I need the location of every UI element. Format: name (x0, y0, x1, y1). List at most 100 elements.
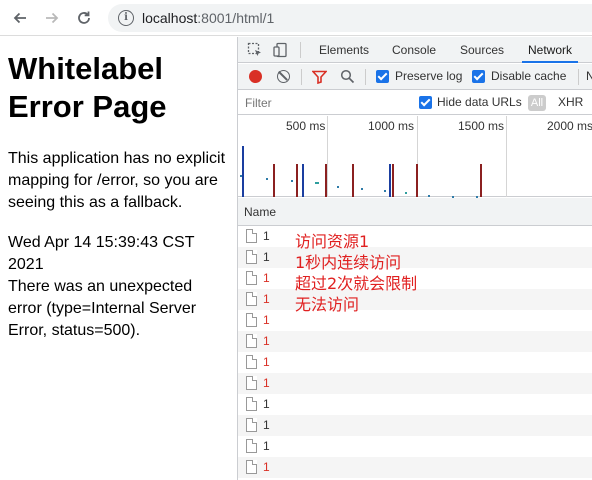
request-bar (428, 195, 430, 197)
timeline-gridline (506, 116, 507, 197)
inspect-element-icon[interactable] (247, 42, 263, 58)
request-name: 1 (263, 250, 270, 264)
request-name: 1 (263, 229, 270, 243)
request-bar (266, 178, 268, 180)
request-row[interactable]: 1 (238, 331, 592, 352)
url-path: :8001/html/1 (197, 10, 275, 26)
request-row[interactable]: 1 (238, 352, 592, 373)
annotation-line: 无法访问 (295, 295, 360, 314)
tab-network[interactable]: Network (522, 37, 579, 63)
filter-bar: Hide data URLs All XHR (238, 91, 592, 115)
toolbar-divider (578, 69, 579, 85)
url-host: localhost (142, 10, 198, 26)
tab-console[interactable]: Console (392, 37, 436, 63)
dom-loaded-marker (302, 164, 304, 197)
reload-icon[interactable] (73, 7, 95, 29)
annotation-overlay: 访问资源1 1秒内连续访问 超过2次就会限制 无法访问 (295, 231, 417, 315)
timeline-gridline (327, 116, 328, 197)
document-icon (246, 250, 257, 264)
request-name: 1 (263, 271, 270, 285)
request-name: 1 (263, 355, 270, 369)
forward-arrow-icon[interactable] (41, 7, 63, 29)
timeline-label: 1000 ms (368, 119, 415, 133)
error-message: This application has no explicit mapping… (8, 150, 226, 211)
document-icon (246, 355, 257, 369)
request-bar (291, 180, 293, 182)
clear-icon[interactable] (277, 70, 290, 83)
request-bar (315, 182, 319, 184)
dom-loaded-marker (242, 146, 244, 197)
document-icon (246, 313, 257, 327)
request-name: 1 (263, 397, 270, 411)
request-name: 1 (263, 418, 270, 432)
request-row[interactable]: 1 (238, 436, 592, 457)
tab-elements[interactable]: Elements (319, 37, 369, 63)
document-icon (246, 397, 257, 411)
document-icon (246, 418, 257, 432)
load-marker (273, 164, 275, 197)
preserve-log-label: Preserve log (395, 69, 463, 83)
back-arrow-icon[interactable] (9, 7, 31, 29)
search-icon[interactable] (340, 69, 355, 84)
page-content: Whitelabel Error Page This application h… (0, 37, 237, 480)
filter-input[interactable] (239, 93, 407, 113)
disable-cache-label: Disable cache (491, 69, 567, 83)
document-icon (246, 334, 257, 348)
timeline-label: 2000 ms (547, 119, 592, 133)
network-toolbar: Preserve log Disable cache N (238, 64, 592, 90)
request-row[interactable]: 1 (238, 457, 592, 478)
document-icon (246, 292, 257, 306)
filter-icon[interactable] (312, 70, 327, 84)
dom-loaded-marker (389, 164, 391, 197)
tab-divider (300, 42, 301, 58)
request-bar (384, 190, 386, 192)
load-marker (296, 164, 298, 197)
request-row[interactable]: 1 (238, 415, 592, 436)
devtools-tabbar: Elements Console Sources Network (238, 37, 592, 63)
filter-all-button[interactable]: All (528, 95, 546, 111)
request-bar (337, 186, 339, 188)
annotation-line: 1秒内连续访问 (295, 253, 402, 272)
address-bar[interactable]: i localhost:8001/html/1 (108, 4, 592, 32)
toolbar-divider (301, 69, 302, 85)
hide-data-urls-label: Hide data URLs (437, 95, 522, 109)
requests-table-header[interactable]: Name (238, 198, 592, 226)
url-text: localhost:8001/html/1 (142, 10, 274, 26)
request-bar (240, 175, 242, 177)
load-marker (480, 164, 482, 197)
tab-sources[interactable]: Sources (460, 37, 504, 63)
timeline-label: 1500 ms (458, 119, 505, 133)
request-name: 1 (263, 313, 270, 327)
request-name: 1 (263, 376, 270, 390)
load-marker (392, 164, 394, 197)
load-marker (325, 164, 327, 197)
preserve-log-checkbox[interactable] (376, 70, 389, 83)
filter-xhr-button[interactable]: XHR (558, 95, 583, 109)
column-name-header[interactable]: Name (244, 205, 276, 219)
document-icon (246, 229, 257, 243)
request-row[interactable]: 1 (238, 394, 592, 415)
info-icon[interactable]: i (118, 10, 134, 26)
hide-data-urls-checkbox[interactable] (419, 96, 432, 109)
document-icon (246, 439, 257, 453)
device-toolbar-icon[interactable] (273, 42, 289, 58)
browser-toolbar: i localhost:8001/html/1 (0, 0, 592, 36)
devtools-panel: Elements Console Sources Network Preserv… (237, 37, 592, 480)
document-icon (246, 460, 257, 474)
page-title: Whitelabel Error Page (8, 51, 167, 124)
document-icon (246, 271, 257, 285)
timeline-label: 500 ms (286, 119, 326, 133)
request-row[interactable]: 1 (238, 373, 592, 394)
network-overview-timeline[interactable]: 500 ms 1000 ms 1500 ms 2000 ms (238, 116, 592, 198)
request-bar (405, 192, 407, 194)
record-icon[interactable] (249, 70, 262, 83)
error-timestamp: Wed Apr 14 15:39:43 CST 2021 (8, 234, 195, 273)
annotation-line: 访问资源1 (295, 232, 370, 251)
throttling-select-truncated[interactable]: N (586, 69, 592, 83)
load-marker (352, 164, 354, 197)
toolbar-divider (365, 69, 366, 85)
disable-cache-checkbox[interactable] (472, 70, 485, 83)
request-name: 1 (263, 460, 270, 474)
request-name: 1 (263, 292, 270, 306)
annotation-line: 超过2次就会限制 (295, 274, 418, 293)
